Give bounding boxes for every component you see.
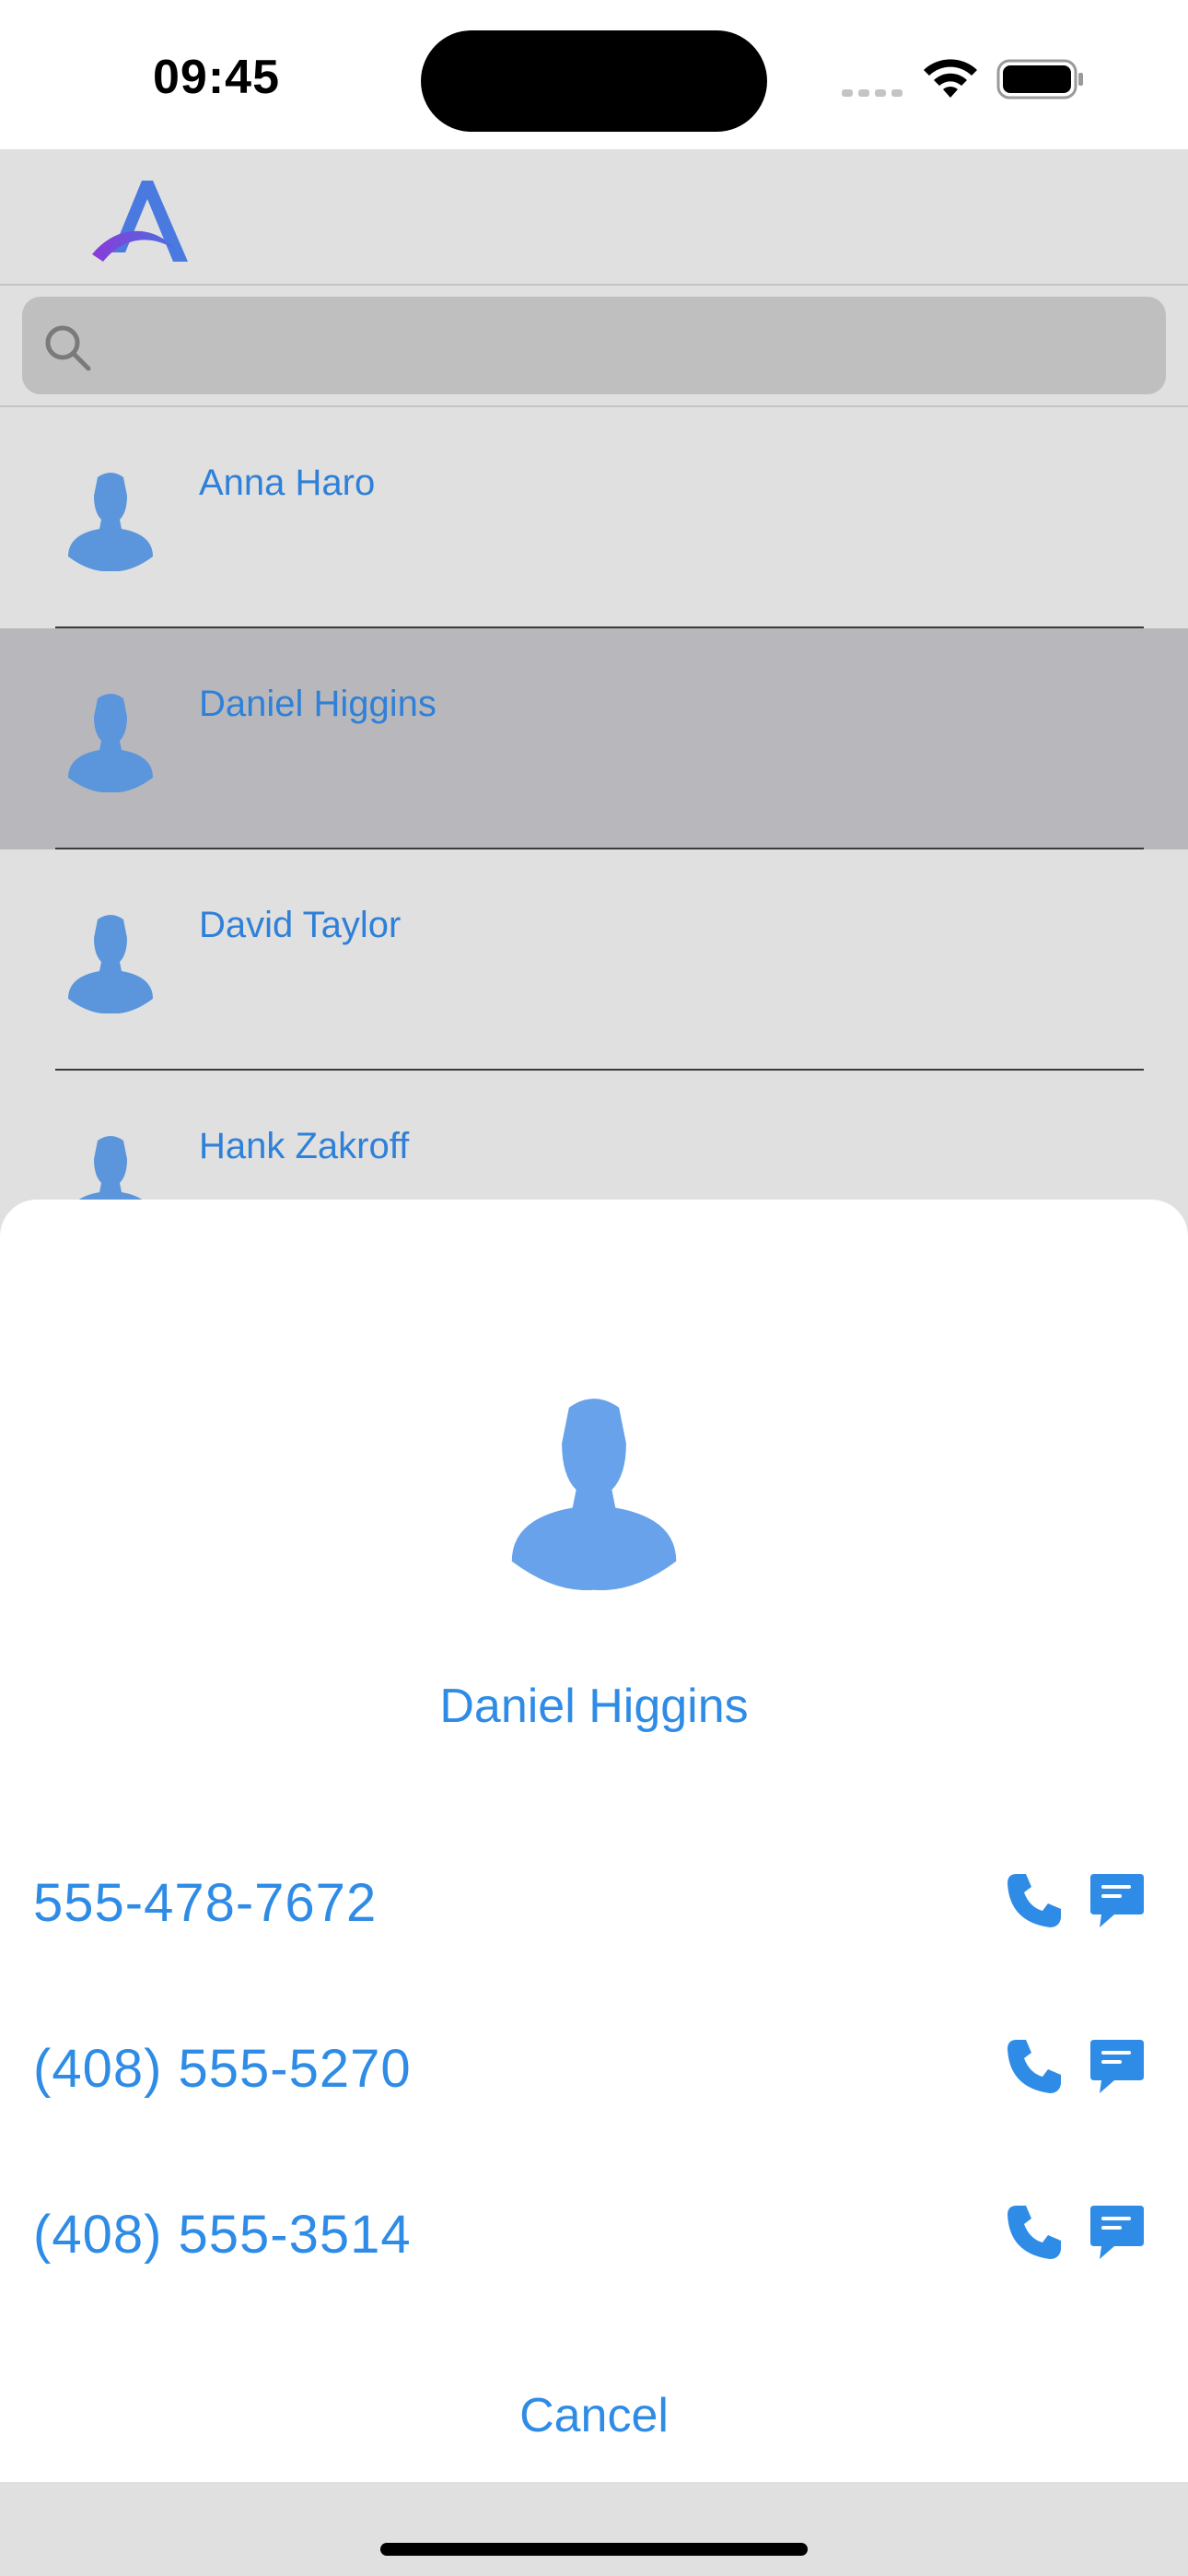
person-avatar-icon bbox=[511, 1399, 677, 1590]
message-icon[interactable] bbox=[1087, 2202, 1147, 2263]
phone-row: 555-478-7672 bbox=[0, 1843, 1188, 1962]
contact-row[interactable]: Anna Haro bbox=[0, 407, 1188, 628]
cancel-button[interactable]: Cancel bbox=[410, 2379, 778, 2453]
phone-number[interactable]: (408) 555-5270 bbox=[33, 2038, 412, 2100]
search-container bbox=[0, 286, 1188, 407]
app-header bbox=[0, 149, 1188, 286]
home-indicator[interactable] bbox=[380, 2543, 808, 2556]
contact-row[interactable]: David Taylor bbox=[0, 849, 1188, 1071]
contact-list: Anna Haro Daniel Higgins David Taylor Ha… bbox=[0, 407, 1188, 1292]
wifi-icon bbox=[924, 59, 977, 98]
search-bar[interactable] bbox=[22, 297, 1166, 394]
contact-row[interactable]: Daniel Higgins bbox=[0, 628, 1188, 849]
phone-number[interactable]: (408) 555-3514 bbox=[33, 2204, 412, 2266]
phone-number[interactable]: 555-478-7672 bbox=[33, 1872, 377, 1934]
phone-call-icon[interactable] bbox=[1004, 1870, 1065, 1931]
message-icon[interactable] bbox=[1087, 2036, 1147, 2097]
status-bar: 09:45 bbox=[0, 0, 1188, 149]
person-avatar-icon bbox=[68, 473, 153, 571]
phone-call-icon[interactable] bbox=[1004, 2036, 1065, 2097]
search-input[interactable] bbox=[105, 297, 1146, 394]
app-logo-icon bbox=[92, 181, 188, 262]
battery-icon bbox=[996, 59, 1083, 100]
contact-name: Anna Haro bbox=[199, 463, 376, 503]
contact-name: Daniel Higgins bbox=[199, 684, 437, 724]
contact-name: David Taylor bbox=[199, 905, 402, 945]
home-area bbox=[0, 2482, 1188, 2576]
phone-call-icon[interactable] bbox=[1004, 2202, 1065, 2263]
sheet-contact-name: Daniel Higgins bbox=[439, 1680, 749, 1733]
phone-row: (408) 555-5270 bbox=[0, 2008, 1188, 2128]
person-avatar-icon bbox=[68, 694, 153, 792]
contact-action-sheet: Daniel Higgins 555-478-7672 (408) 555-52… bbox=[0, 1200, 1188, 2482]
dynamic-island bbox=[421, 30, 767, 132]
phone-row: (408) 555-3514 bbox=[0, 2174, 1188, 2294]
signal-icon bbox=[842, 89, 903, 97]
search-icon bbox=[45, 325, 91, 371]
contact-name: Hank Zakroff bbox=[199, 1126, 410, 1166]
message-icon[interactable] bbox=[1087, 1870, 1147, 1931]
person-avatar-icon bbox=[68, 915, 153, 1013]
status-time: 09:45 bbox=[153, 51, 280, 104]
